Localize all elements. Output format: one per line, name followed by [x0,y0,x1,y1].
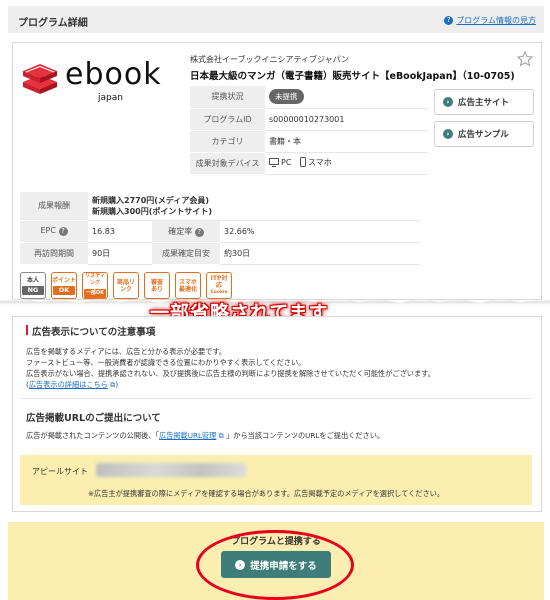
category-label: カテゴリ [190,130,265,153]
reward-line2: 新規購入300円(ポイントサイト) [92,206,213,216]
page-title: プログラム詳細 [18,18,88,29]
confirm-period-label: 成果確定目安 [152,242,220,265]
logo-wordmark: ebook [65,57,162,92]
appeal-site-note: ※広告主が提携審査の際にメディアを確認する場合があります。広告掲載予定のメディア… [88,489,445,498]
ad-notice-line2: ファーストビュー等、一般消費者が認識できる位置にわかりやすく表示してください。 [26,358,306,367]
ad-url-management-link[interactable]: 広告掲載URL管理 [159,431,216,440]
arrow-right-icon: › [443,97,453,107]
table-row: 再訪問期間 90日 成果確定目安 約30日 [20,242,420,265]
reward-table: 成果報酬 新規購入2770円(メディア会員) 新規購入300円(ポイントサイト)… [20,192,420,265]
question-icon: ? [444,16,454,25]
advertiser-site-label: 広告主サイト [458,98,510,108]
confirm-rate-value: 32.66% [220,220,420,243]
ad-notice-title: 広告表示についての注意事項 [25,324,155,338]
arrow-right-icon: › [443,129,453,139]
appeal-site-row: アピールサイト ※広告主が提携審査の際にメディアを確認する場合があります。広告掲… [20,455,532,505]
status-label: 提携状況 [190,86,265,109]
ad-sample-button[interactable]: › 広告サンプル [434,121,534,147]
help-link-label: プログラム情報の見方 [456,16,536,25]
confirm-period-value: 約30日 [220,242,420,265]
url-submit-title: 広告掲載URLのご提出について [26,413,161,424]
appeal-site-label: アピールサイト [32,467,88,476]
table-row: カテゴリ 書籍・本 [190,130,428,153]
monitor-icon [269,158,279,168]
question-icon: ? [58,227,68,236]
reward-line1: 新規購入2770円(メディア会員) [92,195,210,205]
help-link[interactable]: ? プログラム情報の見方 [444,15,536,26]
program-info-table: 提携状況 未提携 プログラムID s00000010273001 カテゴリ 書籍… [190,86,428,175]
category-value: 書籍・本 [265,130,428,153]
status-cell: 未提携 [265,86,428,109]
ad-notice-line3: 広告表示がない場合、提携承認されない、及び提携後に広告主様の判断により提携を解除… [26,369,435,378]
status-badge: 未提携 [269,89,304,105]
table-row: 成果対象デバイス PC スマホ [190,152,428,175]
device-pc: PC [269,158,292,168]
ad-notice-detail: (広告表示の詳細はこちら ⧉) [26,380,119,389]
program-name: 日本最大級のマンガ（電子書籍）販売サイト【eBookJapan】（10-0705… [190,71,515,82]
reward-cell: 新規購入2770円(メディア会員) 新規購入300円(ポイントサイト) [88,192,420,221]
epc-label: EPC ? [20,220,88,243]
epc-value: 16.83 [88,220,152,243]
table-row: 成果報酬 新規購入2770円(メディア会員) 新規購入300円(ポイントサイト) [20,192,420,221]
ad-notice-line1: 広告を掲載するメディアには、広告と分かる表示が必要です。 [26,347,227,356]
url-submit-text: 広告が掲載されたコンテンツの公開後、「広告掲載URL管理 ⧉ 」から当該コンテン… [26,431,385,440]
books-icon [23,64,57,94]
logo-subtext: japan [98,93,123,103]
device-pc-label: PC [281,158,292,168]
company-name: 株式会社イーブックイニシアティブジャパン [190,55,350,64]
external-link-icon: ⧉ [216,431,227,440]
appeal-site-select[interactable] [96,463,246,477]
program-id-value: s00000010273001 [265,108,428,131]
device-sp-label: スマホ [307,157,332,167]
reward-label: 成果報酬 [20,192,88,221]
advertiser-site-button[interactable]: › 広告主サイト [434,89,534,115]
device-label: 成果対象デバイス [190,152,265,175]
external-link-icon: ⧉ [110,380,116,389]
device-cell: PC スマホ [265,152,428,175]
revisit-value: 90日 [88,242,152,265]
ad-display-detail-link[interactable]: 広告表示の詳細はこちら [29,380,108,389]
table-row: 提携状況 未提携 [190,86,428,109]
table-row: プログラムID s00000010273001 [190,108,428,131]
revisit-label: 再訪問期間 [20,242,88,265]
confirm-rate-label: 確定率 ? [152,220,220,243]
question-icon: ? [194,227,204,237]
highlight-circle [196,530,354,600]
program-id-label: プログラムID [190,108,265,131]
device-smartphone: スマホ [299,157,332,168]
ad-sample-label: 広告サンプル [458,130,509,140]
smartphone-icon [299,157,306,168]
divider [20,398,532,399]
section-header: プログラム詳細 ? プログラム情報の見方 [8,6,544,33]
star-icon[interactable] [516,50,534,68]
table-row: EPC ? 16.83 確定率 ? 32.66% [20,220,420,243]
ebook-logo: ebook japan [20,57,162,103]
